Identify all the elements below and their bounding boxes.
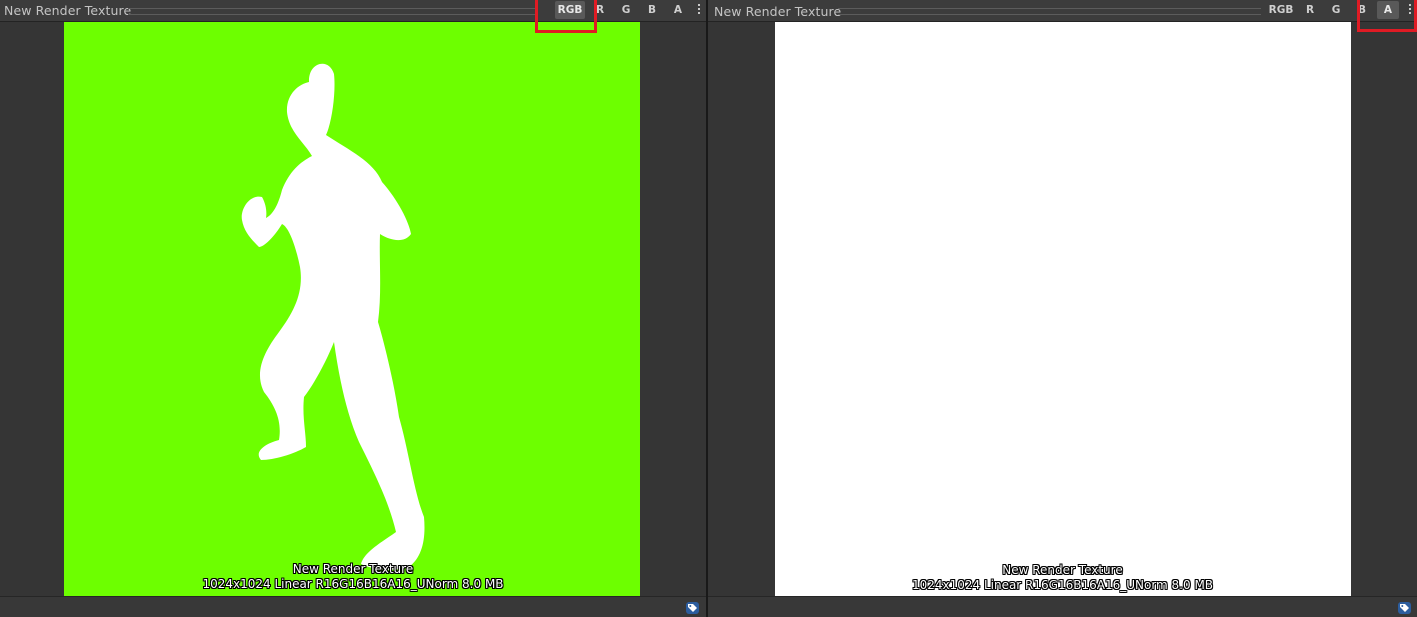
right-preview-panel: New Render Texture RGB R G B A New Rende… [708,0,1417,617]
channel-b-button[interactable]: B [642,1,662,19]
texture-info: 1024x1024 Linear R16G16B16A16_UNorm 8.0 … [911,578,1214,592]
channel-rgb-button[interactable]: RGB [555,1,585,19]
drag-handle[interactable] [838,8,1261,15]
preview-footer [0,596,706,617]
channel-g-button[interactable]: G [616,1,636,19]
texture-preview [775,22,1351,597]
texture-preview [64,22,640,596]
texture-name: New Render Texture [1002,563,1123,577]
character-silhouette [241,63,425,570]
channel-a-button[interactable]: A [668,1,688,19]
channel-r-button[interactable]: R [1300,1,1320,19]
kebab-menu-icon[interactable] [1407,2,1413,18]
channel-r-button[interactable]: R [590,1,610,19]
preview-header: New Render Texture RGB R G B A [0,0,706,22]
render-texture-preview-comparison: New Render Texture RGB R G B A New Rende… [0,0,1417,617]
preview-title: New Render Texture [714,4,842,19]
texture-caption: New Render Texture 1024x1024 Linear R16G… [708,563,1417,593]
channel-a-button[interactable]: A [1377,1,1399,19]
texture-info: 1024x1024 Linear R16G16B16A16_UNorm 8.0 … [202,577,504,591]
preview-header: New Render Texture RGB R G B A [708,0,1417,22]
channel-rgb-button[interactable]: RGB [1266,1,1296,19]
preview-title: New Render Texture [4,3,132,18]
left-preview-panel: New Render Texture RGB R G B A New Rende… [0,0,706,617]
kebab-menu-icon[interactable] [696,2,702,18]
tag-icon[interactable] [686,602,699,614]
tag-icon[interactable] [1398,602,1411,614]
channel-g-button[interactable]: G [1326,1,1346,19]
preview-footer [708,596,1417,617]
preview-viewport: New Render Texture 1024x1024 Linear R16G… [708,22,1417,597]
drag-handle[interactable] [128,8,535,15]
texture-name: New Render Texture [292,562,414,576]
channel-b-button[interactable]: B [1352,1,1372,19]
preview-viewport: New Render Texture 1024x1024 Linear R16G… [0,22,706,597]
texture-caption: New Render Texture 1024x1024 Linear R16G… [0,562,706,592]
